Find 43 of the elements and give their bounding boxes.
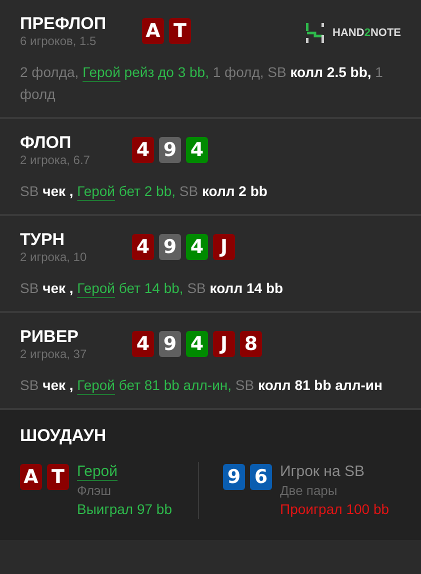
- playing-card: 4: [186, 137, 208, 163]
- playing-card: J: [213, 234, 235, 260]
- playing-card: T: [47, 464, 69, 490]
- player-name: Игрок на SB: [280, 462, 366, 481]
- result-text: Проиграл 100 bb: [280, 500, 390, 519]
- action-line: SB чек , Герой бет 2 bb, SB колл 2 bb: [20, 182, 268, 201]
- playing-card: 9: [223, 464, 245, 490]
- logo-text: HAND2NOTE: [332, 27, 401, 39]
- hero-link[interactable]: Герой: [77, 280, 115, 296]
- playing-card: T: [169, 18, 191, 44]
- action-line: SB чек , Герой бет 81 bb алл-ин, SB колл 81 bb алл-ин: [20, 376, 384, 395]
- street-info: 2 игрока, 6.7: [20, 153, 90, 168]
- street-title: ТУРН: [20, 230, 65, 250]
- playing-card: 4: [186, 331, 208, 357]
- action-line: 2 фолда, Герой рейз до 3 bb, 1 фолд, SB колл 2.5 bb, 1 фолд: [20, 63, 384, 104]
- hero-link[interactable]: Герой: [77, 377, 115, 393]
- showdown-title: ШОУДАУН: [20, 426, 106, 446]
- street-info: 6 игроков, 1.5: [20, 34, 96, 49]
- playing-card: 6: [250, 464, 272, 490]
- playing-card: 4: [132, 137, 154, 163]
- playing-card: J: [213, 331, 235, 357]
- playing-card: 4: [132, 331, 154, 357]
- street-title: ФЛОП: [20, 133, 72, 153]
- street-info: 2 игрока, 37: [20, 347, 87, 362]
- playing-card: 4: [186, 234, 208, 260]
- playing-card: 9: [159, 234, 181, 260]
- playing-card: A: [142, 18, 164, 44]
- playing-card: 9: [159, 331, 181, 357]
- hero-link[interactable]: Герой: [82, 64, 120, 80]
- street-title: РИВЕР: [20, 327, 79, 347]
- playing-card: A: [20, 464, 42, 490]
- action-line: SB чек , Герой бет 14 bb, SB колл 14 bb: [20, 279, 284, 298]
- street-info: 2 игрока, 10: [20, 250, 87, 265]
- result-text: Выиграл 97 bb: [77, 500, 172, 519]
- street-title: ПРЕФЛОП: [20, 14, 106, 34]
- hand-rank: Флэш: [77, 482, 112, 500]
- logo-icon: [304, 22, 325, 44]
- hand-rank: Две пары: [280, 482, 338, 500]
- playing-card: 8: [240, 331, 262, 357]
- hero-link[interactable]: Герой: [77, 463, 118, 480]
- playing-card: 4: [132, 234, 154, 260]
- playing-card: 9: [159, 137, 181, 163]
- hero-link[interactable]: Герой: [77, 183, 115, 199]
